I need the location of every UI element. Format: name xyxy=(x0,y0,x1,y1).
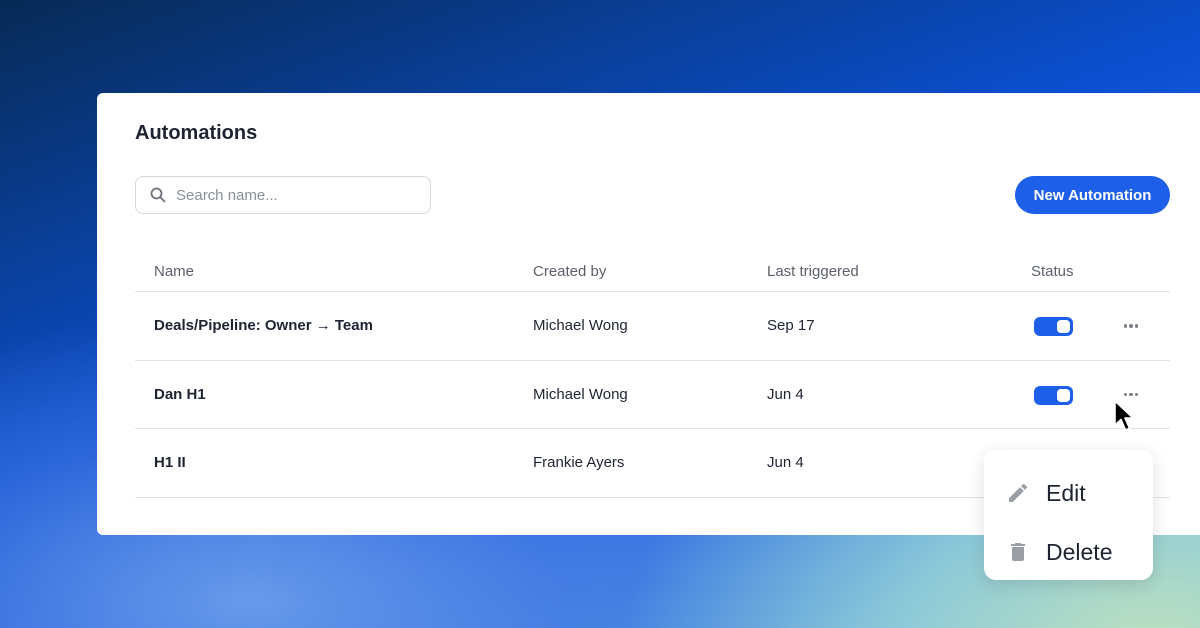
last-triggered: Jun 4 xyxy=(767,385,804,403)
menu-item-label: Edit xyxy=(1046,480,1086,506)
last-triggered: Jun 4 xyxy=(767,454,804,471)
created-by: Michael Wong xyxy=(533,385,628,403)
page-title: Automations xyxy=(135,122,258,144)
automation-name[interactable]: Dan H1 xyxy=(154,386,206,403)
column-header-created-by[interactable]: Created by xyxy=(533,263,606,280)
search-box[interactable] xyxy=(135,176,431,214)
search-input[interactable] xyxy=(176,177,416,213)
pencil-icon xyxy=(1009,483,1028,502)
automation-name[interactable]: Deals/Pipeline: Owner → Team xyxy=(154,317,373,334)
created-by: Michael Wong xyxy=(533,317,628,334)
more-options-icon[interactable] xyxy=(1117,316,1145,336)
row-actions-menu: Edit Delete xyxy=(984,450,1153,580)
search-icon xyxy=(150,187,166,203)
table-row[interactable]: Deals/Pipeline: Owner → Team Michael Won… xyxy=(135,292,1170,361)
trash-icon xyxy=(1011,543,1025,561)
table-row[interactable]: Dan H1 Michael Wong Jun 4 xyxy=(135,361,1170,429)
mouse-cursor-icon xyxy=(1114,400,1134,431)
new-automation-button[interactable]: New Automation xyxy=(1015,176,1170,214)
automation-name[interactable]: H1 II xyxy=(154,454,186,471)
menu-item-label: Delete xyxy=(1046,539,1113,565)
column-header-last-triggered[interactable]: Last triggered xyxy=(767,263,859,280)
last-triggered: Sep 17 xyxy=(767,317,815,334)
created-by: Frankie Ayers xyxy=(533,454,625,471)
column-header-name[interactable]: Name xyxy=(154,263,194,280)
status-toggle[interactable] xyxy=(1034,317,1073,336)
menu-item-delete[interactable]: Delete xyxy=(984,516,1153,574)
column-header-status[interactable]: Status xyxy=(1031,263,1074,280)
table-header: Name Created by Last triggered Status xyxy=(135,253,1170,292)
status-toggle[interactable] xyxy=(1034,385,1073,405)
menu-item-edit[interactable]: Edit xyxy=(984,457,1153,515)
